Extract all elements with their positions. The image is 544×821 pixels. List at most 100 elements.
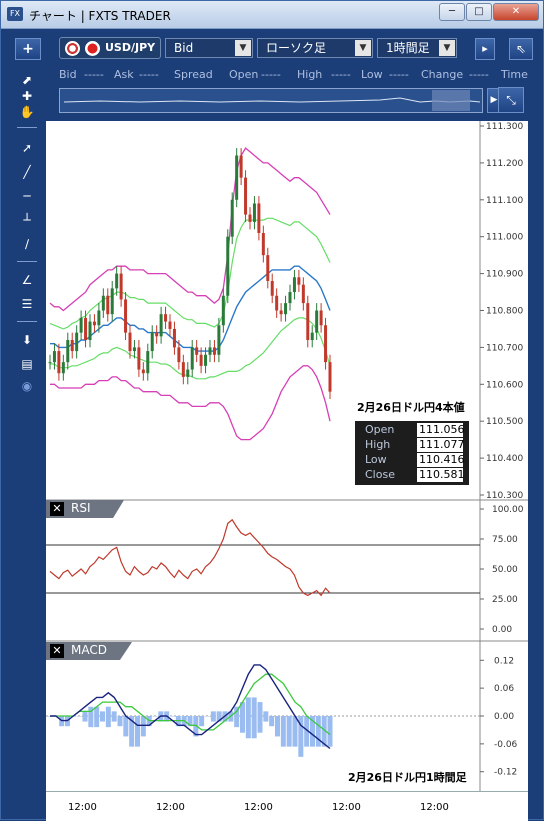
candle-body: [48, 362, 52, 364]
macd-histogram-bar: [240, 702, 245, 733]
candle-body: [159, 314, 163, 337]
macd-histogram-bar: [275, 716, 280, 737]
ohlc-high-row: High 111.077: [355, 438, 469, 453]
chevron-down-icon: ▼: [439, 40, 455, 56]
macd-histogram-bar: [111, 711, 117, 722]
time-label: Time: [501, 68, 528, 81]
candle-body: [79, 317, 83, 333]
candle-body: [257, 203, 261, 234]
macd-histogram-bar: [140, 716, 146, 737]
macd-histogram-bar: [117, 716, 123, 727]
us-flag-icon: [65, 41, 80, 56]
bollinger-upper-line: [49, 147, 331, 312]
price-tick-label: 111.000: [486, 233, 523, 243]
high-label: High: [297, 68, 323, 81]
candle-body: [208, 347, 212, 355]
candle-body: [199, 354, 203, 366]
add-chart-button[interactable]: +: [15, 38, 41, 60]
macd-tick-label: 0.12: [494, 656, 514, 666]
camera-icon[interactable]: ◉: [17, 377, 37, 395]
price-tick-label: 111.100: [486, 196, 523, 206]
fan-tool-icon[interactable]: ∠: [17, 271, 37, 289]
rsi-tick-label: 25.00: [492, 595, 518, 605]
title-bar: FX チャート | FXTS TRADER ─ □ ✕: [1, 1, 543, 29]
ohlc-high-value: 111.077: [417, 438, 465, 452]
minimize-button[interactable]: ─: [439, 3, 465, 21]
ohlc-open-value: 111.056: [417, 423, 465, 437]
macd-tick-label: 0.00: [494, 712, 514, 722]
line-tool-icon[interactable]: ╱: [17, 163, 37, 181]
bid-label: Bid: [59, 68, 77, 81]
download-icon[interactable]: ⬇: [17, 331, 37, 349]
vertical-scrollbar[interactable]: [528, 121, 543, 819]
horizontal-line-icon[interactable]: ─: [17, 187, 37, 205]
price-tick-label: 110.700: [486, 343, 523, 353]
candle-body: [97, 310, 101, 326]
navigator-strip[interactable]: [59, 88, 483, 113]
chart-area[interactable]: 111.300 111.200 111.100 111.000 110.900 110.8…: [46, 121, 528, 791]
candle-body: [306, 303, 310, 341]
time-tick: 12:00: [244, 802, 273, 813]
close-macd-icon[interactable]: ✕: [50, 644, 64, 658]
open-label: Open: [229, 68, 259, 81]
macd-histogram-bar: [269, 716, 275, 727]
candle-body: [75, 332, 79, 352]
window-title: チャート | FXTS TRADER: [29, 9, 171, 23]
candle-body: [315, 310, 319, 333]
trendline-tool-icon[interactable]: ➚: [17, 139, 37, 157]
zoom-fit-button[interactable]: ⤡: [498, 87, 524, 113]
candle-body: [137, 347, 141, 370]
panel-toggle-button[interactable]: ▸: [475, 38, 495, 60]
rsi-tick-label: 0.00: [492, 625, 512, 635]
ohlc-close-value: 110.581: [417, 468, 465, 482]
chart-type-dropdown[interactable]: ローソク足 ▼: [257, 38, 373, 58]
chevron-down-icon: ▼: [235, 40, 251, 56]
rsi-tick-label: 100.00: [492, 505, 524, 515]
candle-body: [155, 332, 159, 337]
chart-toolbar: + USD/JPY Bid ▼ ローソク足 ▼ 1時間足 ▼ ▸ ⇖ Bid ----…: [1, 29, 543, 121]
candle-body: [301, 284, 305, 304]
price-tick-label: 110.800: [486, 307, 523, 317]
macd-histogram-bar: [280, 716, 286, 747]
price-tick-label: 110.600: [486, 380, 523, 390]
close-rsi-icon[interactable]: ✕: [50, 502, 64, 516]
timeframe-dropdown[interactable]: 1時間足 ▼: [377, 38, 457, 58]
spread-label: Spread: [174, 68, 213, 81]
rsi-line: [49, 518, 331, 597]
macd-tick-label: 0.06: [494, 684, 514, 694]
macd-histogram-bar: [76, 716, 82, 717]
parallel-lines-icon[interactable]: ∕: [17, 235, 37, 253]
candle-body: [88, 321, 92, 341]
candle-body: [110, 288, 114, 315]
chart-type-value: ローソク足: [266, 41, 327, 55]
candle-body: [284, 303, 288, 315]
close-button[interactable]: ✕: [493, 3, 539, 21]
candle-body: [84, 317, 88, 341]
macd-histogram-bar: [205, 716, 210, 717]
candle-body: [217, 325, 221, 355]
list-icon[interactable]: ▤: [17, 355, 37, 373]
rsi-label: RSI: [71, 501, 91, 515]
bollinger-inner-lower-line: [50, 317, 331, 380]
undock-button[interactable]: ⇖: [509, 38, 533, 60]
candle-body: [261, 233, 265, 256]
symbol-selector[interactable]: USD/JPY: [59, 37, 161, 59]
fibonacci-tool-icon[interactable]: ☰: [17, 295, 37, 313]
maximize-button[interactable]: □: [466, 3, 492, 21]
candle-body: [106, 295, 110, 315]
vertical-line-icon[interactable]: ┴: [17, 211, 37, 229]
candle-body: [57, 351, 61, 374]
hand-icon[interactable]: ✋: [17, 103, 37, 121]
ask-label: Ask: [114, 68, 134, 81]
navigator-window[interactable]: [432, 90, 470, 111]
macd-histogram-bar: [100, 711, 105, 722]
candle-body: [61, 362, 65, 374]
rsi-tick-label: 75.00: [492, 535, 518, 545]
price-type-dropdown[interactable]: Bid ▼: [165, 38, 253, 58]
candle-body: [141, 369, 145, 374]
timeframe-value: 1時間足: [386, 41, 430, 55]
candle-body: [239, 155, 243, 178]
change-label: Change: [421, 68, 464, 81]
candle-body: [270, 280, 274, 296]
chevron-down-icon: ▼: [355, 40, 371, 56]
